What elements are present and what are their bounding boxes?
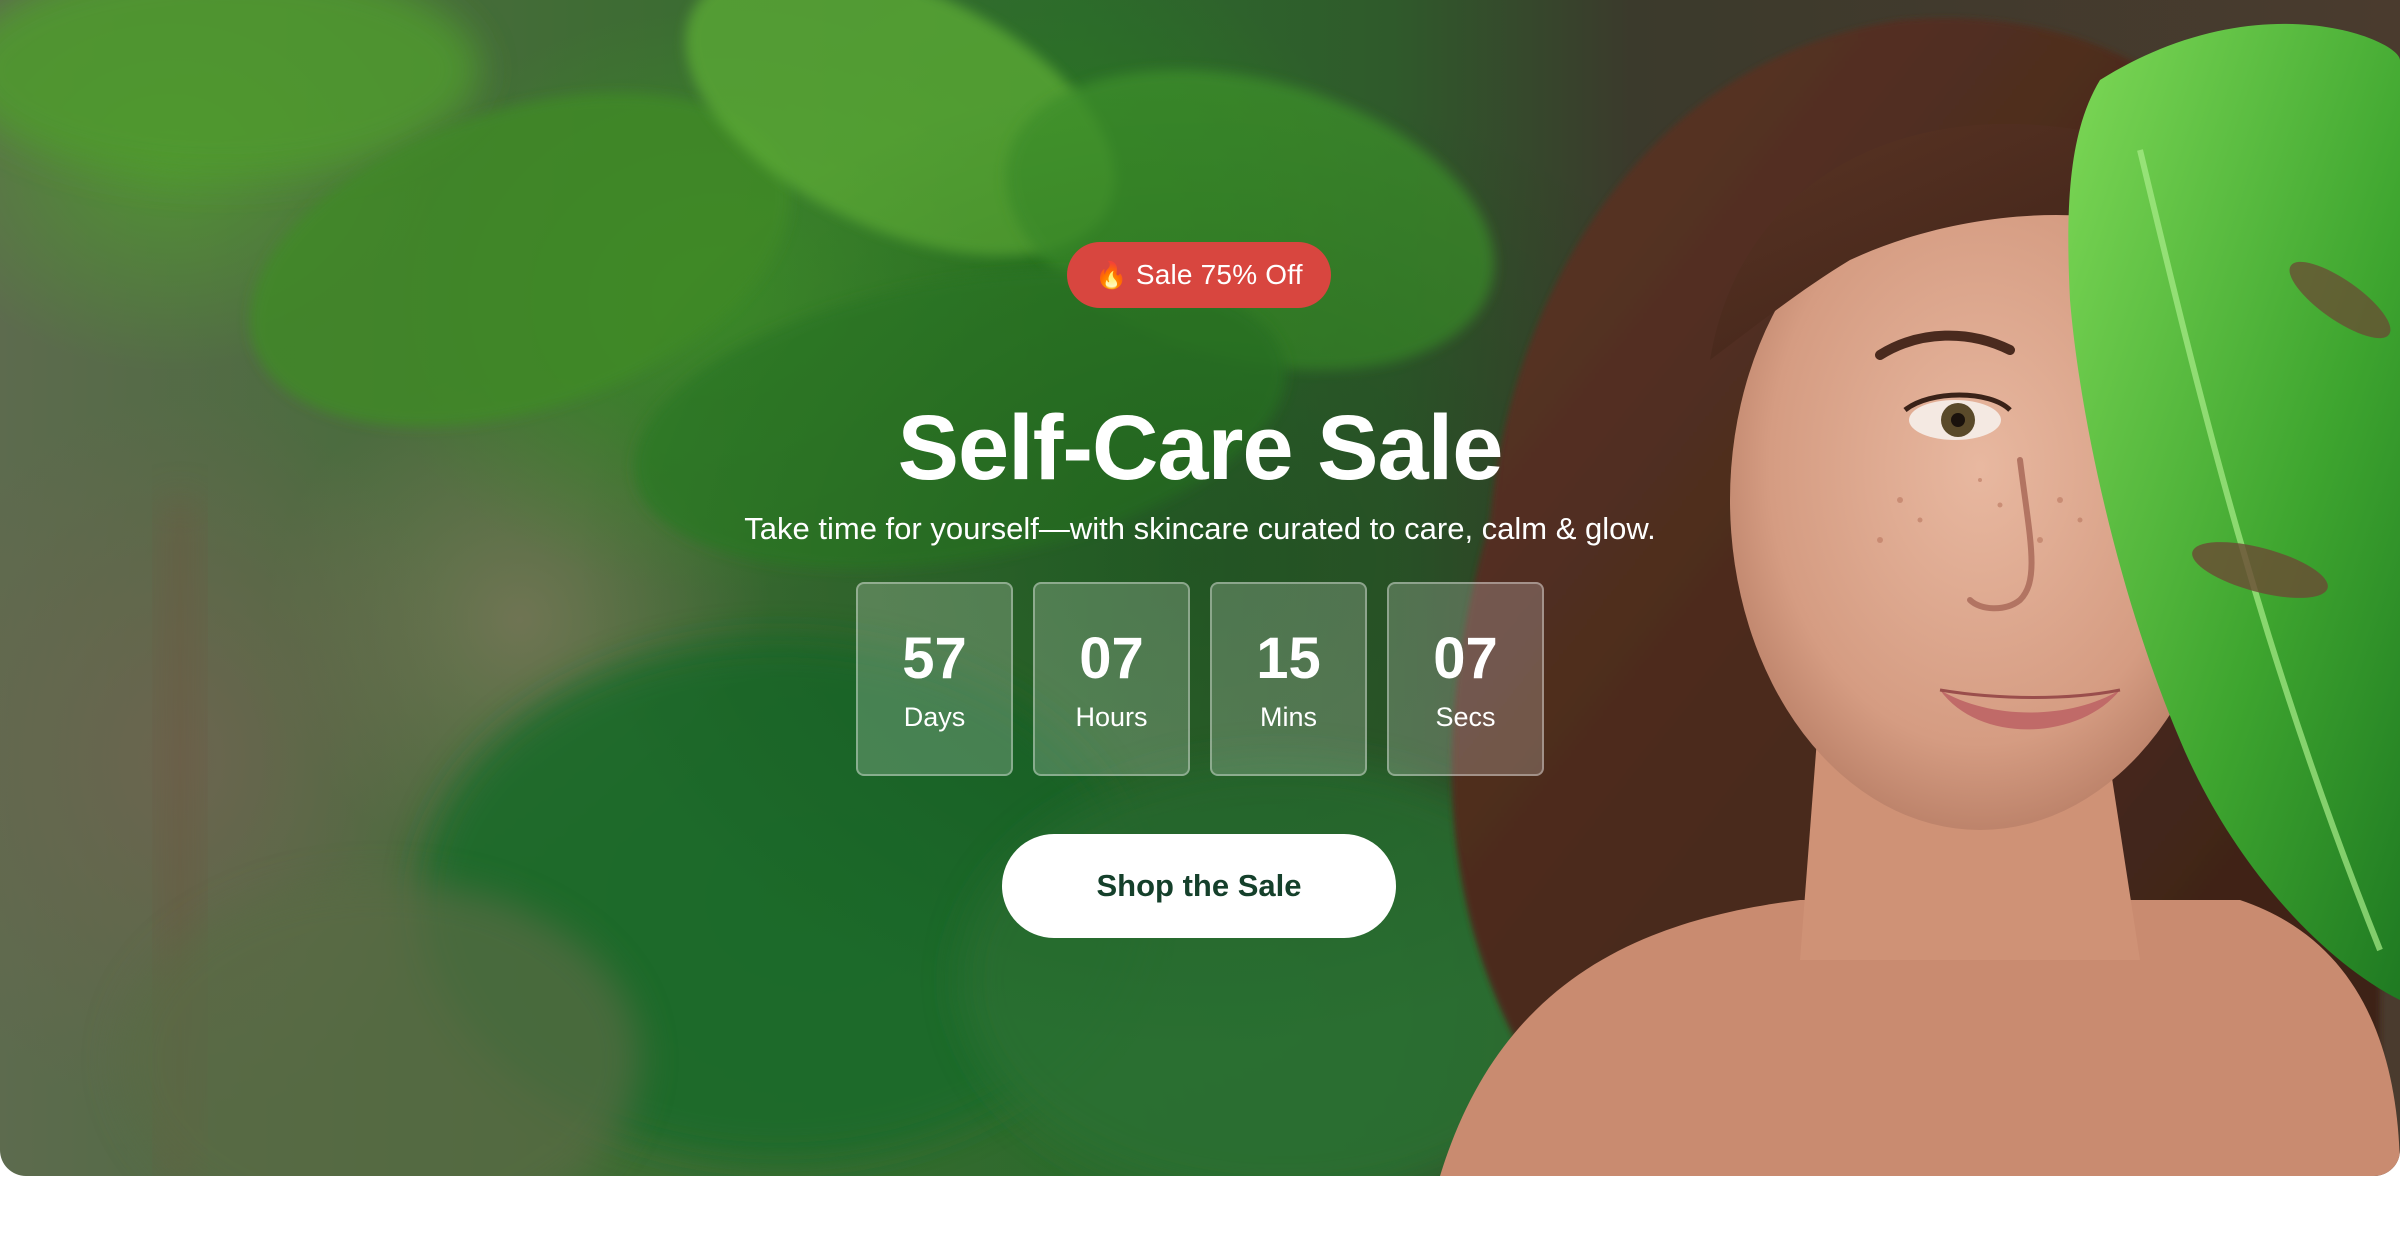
countdown-days-value: 57	[902, 625, 967, 691]
countdown-timer: 57 Days 07 Hours 15 Mins 07 Secs	[856, 582, 1544, 776]
page-bottom-area	[80, 1176, 2320, 1256]
countdown-secs-label: Secs	[1435, 701, 1496, 732]
countdown-mins-label: Mins	[1259, 701, 1317, 732]
countdown-mins-value: 15	[1256, 625, 1321, 691]
shop-the-sale-button[interactable]: Shop the Sale	[1002, 834, 1396, 938]
countdown-hours-label: Hours	[1075, 701, 1148, 732]
sale-badge: 🔥 Sale 75% Off	[1067, 242, 1331, 308]
hero-subtitle: Take time for yourself—with skincare cur…	[744, 511, 1656, 546]
fire-icon: 🔥	[1095, 260, 1128, 290]
countdown-secs-value: 07	[1433, 625, 1498, 691]
sale-badge-label: Sale 75% Off	[1135, 259, 1303, 290]
hero-content: 🔥 Sale 75% Off Self-Care Sale Take time …	[0, 0, 2400, 1176]
countdown-secs: 07 Secs	[1387, 582, 1544, 776]
page-title: Self-Care Sale	[897, 396, 1504, 499]
page: 🔥 Sale 75% Off Self-Care Sale Take time …	[0, 0, 2400, 1256]
countdown-mins: 15 Mins	[1210, 582, 1367, 776]
hero-banner: 🔥 Sale 75% Off Self-Care Sale Take time …	[0, 0, 2400, 1176]
countdown-hours: 07 Hours	[1033, 582, 1190, 776]
countdown-hours-value: 07	[1079, 625, 1144, 691]
countdown-days-label: Days	[903, 701, 966, 732]
countdown-days: 57 Days	[856, 582, 1013, 776]
